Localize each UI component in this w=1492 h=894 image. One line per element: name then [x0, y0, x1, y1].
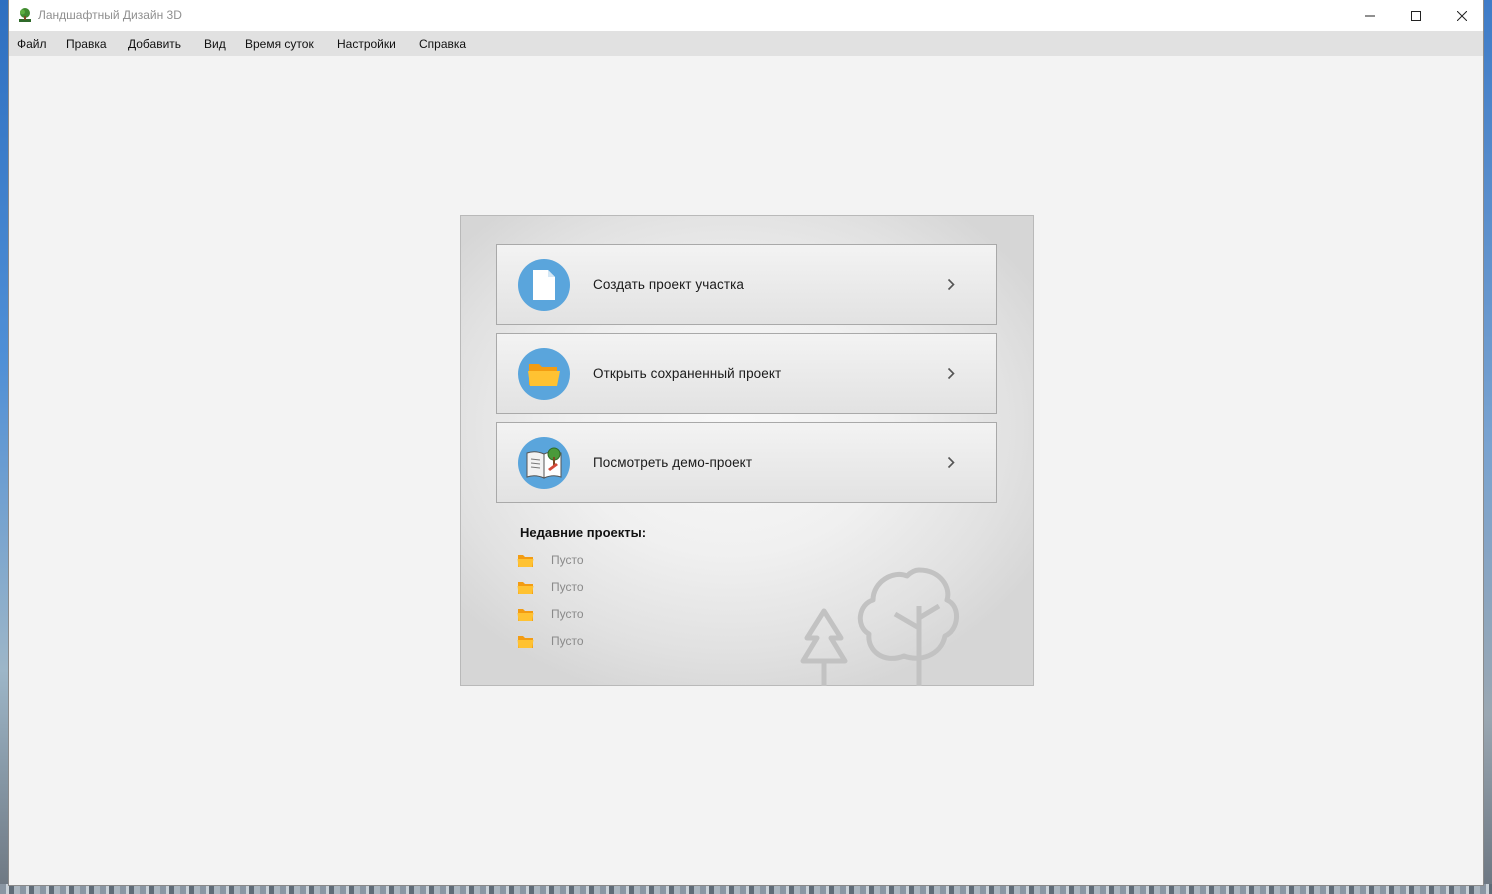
folder-icon: [517, 609, 534, 621]
menu-settings[interactable]: Настройки: [337, 37, 396, 51]
folder-icon: [517, 636, 534, 648]
maximize-button[interactable]: [1393, 0, 1439, 31]
app-tree-icon: [17, 7, 33, 23]
menu-daytime[interactable]: Время суток: [245, 37, 314, 51]
window-title: Ландшафтный Дизайн 3D: [38, 8, 182, 22]
start-panel: Создать проект участка Открыть сохраненн…: [460, 215, 1034, 686]
close-button[interactable]: [1439, 0, 1485, 31]
app-window: Ландшафтный Дизайн 3D Файл Правка Добави…: [8, 0, 1484, 886]
demo-book-icon: [518, 437, 570, 489]
minimize-button[interactable]: [1347, 0, 1393, 31]
folder-icon: [518, 348, 570, 400]
desktop-background-right: [1484, 0, 1492, 894]
menu-add[interactable]: Добавить: [128, 37, 181, 51]
recent-project-label: Пусто: [551, 634, 584, 648]
recent-project-label: Пусто: [551, 607, 584, 621]
recent-project-item[interactable]: Пусто: [517, 553, 617, 569]
menu-help[interactable]: Справка: [419, 37, 466, 51]
recent-project-item[interactable]: Пусто: [517, 634, 617, 650]
decorative-trees-watermark: [800, 567, 959, 686]
folder-icon: [517, 582, 534, 594]
recent-projects-title: Недавние проекты:: [520, 525, 647, 540]
maximize-icon: [1411, 10, 1421, 21]
demo-project-label: Посмотреть демо-проект: [593, 455, 753, 470]
menu-view[interactable]: Вид: [204, 37, 226, 51]
close-icon: [1457, 10, 1467, 21]
chevron-right-icon: [947, 456, 955, 469]
open-project-label: Открыть сохраненный проект: [593, 366, 782, 381]
title-bar[interactable]: Ландшафтный Дизайн 3D: [9, 0, 1483, 31]
recent-project-label: Пусто: [551, 553, 584, 567]
recent-project-item[interactable]: Пусто: [517, 580, 617, 596]
chevron-right-icon: [947, 367, 955, 380]
menu-bar: Файл Правка Добавить Вид Время суток Нас…: [9, 31, 1483, 56]
open-project-button[interactable]: Открыть сохраненный проект: [496, 333, 997, 414]
create-project-button[interactable]: Создать проект участка: [496, 244, 997, 325]
demo-project-button[interactable]: Посмотреть демо-проект: [496, 422, 997, 503]
chevron-right-icon: [947, 278, 955, 291]
menu-edit[interactable]: Правка: [66, 37, 107, 51]
recent-project-label: Пусто: [551, 580, 584, 594]
document-icon: [518, 259, 570, 311]
recent-project-item[interactable]: Пусто: [517, 607, 617, 623]
folder-icon: [517, 555, 534, 567]
minimize-icon: [1365, 15, 1375, 16]
menu-file[interactable]: Файл: [17, 37, 47, 51]
create-project-label: Создать проект участка: [593, 277, 745, 292]
